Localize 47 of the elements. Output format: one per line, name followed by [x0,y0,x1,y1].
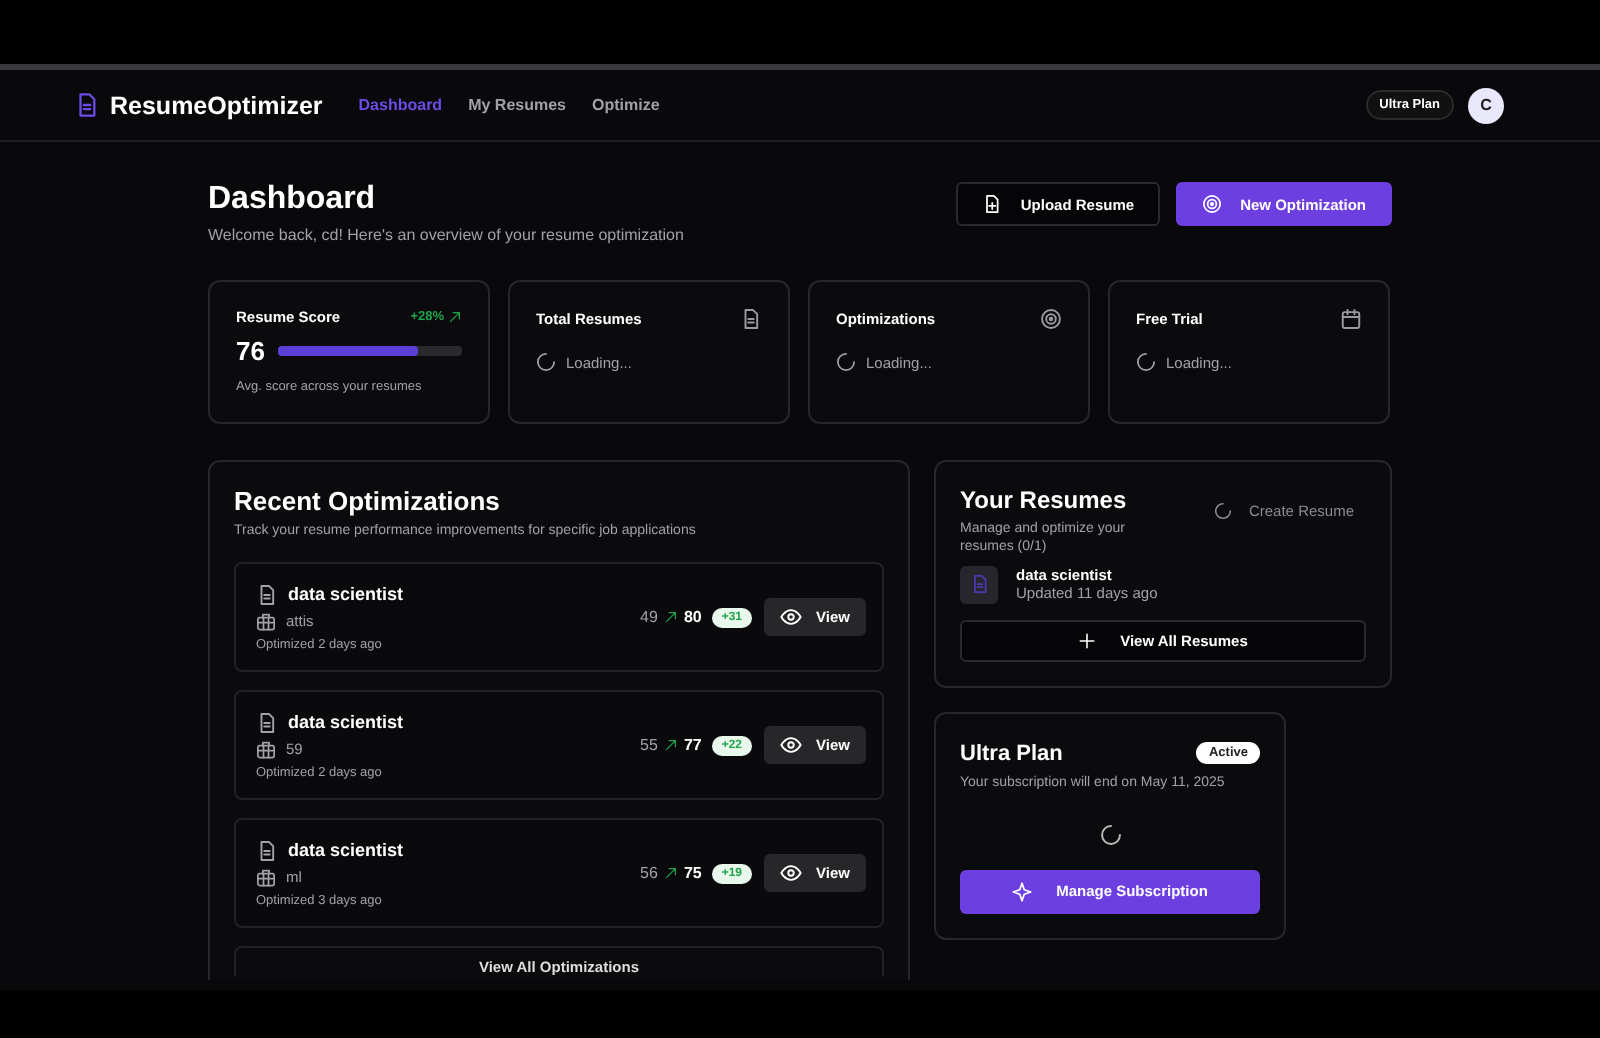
page-subtitle: Welcome back, cd! Here's an overview of your resume optimization [208,226,684,244]
document-icon [969,574,989,595]
nav-link[interactable]: My Resumes [468,96,566,114]
document-icon [256,711,278,733]
file-upload-icon [982,194,1003,214]
after-score: 80 [683,608,702,626]
avatar[interactable]: C [1468,87,1504,123]
job-title: data scientist [288,584,404,604]
spinner-icon [836,352,856,372]
after-score: 75 [683,864,702,882]
eye-icon [780,862,803,884]
after-score: 77 [683,736,702,754]
trend-arrow-icon [663,866,678,880]
briefcase-icon [256,739,276,759]
document-icon [256,839,278,861]
document-icon [256,583,278,605]
before-score: 49 [640,608,658,626]
briefcase-icon [256,611,276,631]
eye-icon [780,734,803,756]
plus-icon [1078,631,1097,650]
eye-icon [780,606,803,628]
brand-name: ResumeOptimizer [110,91,323,119]
trend-arrow-icon [663,738,678,752]
target-icon [1202,194,1223,214]
section-title: Recent Optimizations [234,486,502,516]
calendar-icon [1340,308,1362,330]
target-icon [1040,308,1062,330]
section-title: Your Resumes [960,486,1129,514]
before-score: 56 [640,864,658,882]
nav-link[interactable]: Dashboard [358,96,443,114]
document-icon [740,308,762,330]
spinner-icon [1099,823,1121,846]
before-score: 55 [640,736,658,754]
job-title: data scientist [288,840,404,860]
trend-arrow-icon [663,610,678,624]
sparkle-icon [1012,881,1033,902]
plan-title: Ultra Plan [960,741,1063,766]
spinner-icon [536,352,556,372]
page-title: Dashboard [208,182,378,218]
trend-arrow-icon [448,310,462,324]
score-value: 76 [236,336,265,366]
logo-icon [74,92,100,118]
spinner-icon [1136,352,1156,372]
job-title: data scientist [288,712,404,732]
spinner-icon [1214,502,1233,520]
nav-link[interactable]: Optimize [592,96,660,114]
briefcase-icon [256,867,276,887]
